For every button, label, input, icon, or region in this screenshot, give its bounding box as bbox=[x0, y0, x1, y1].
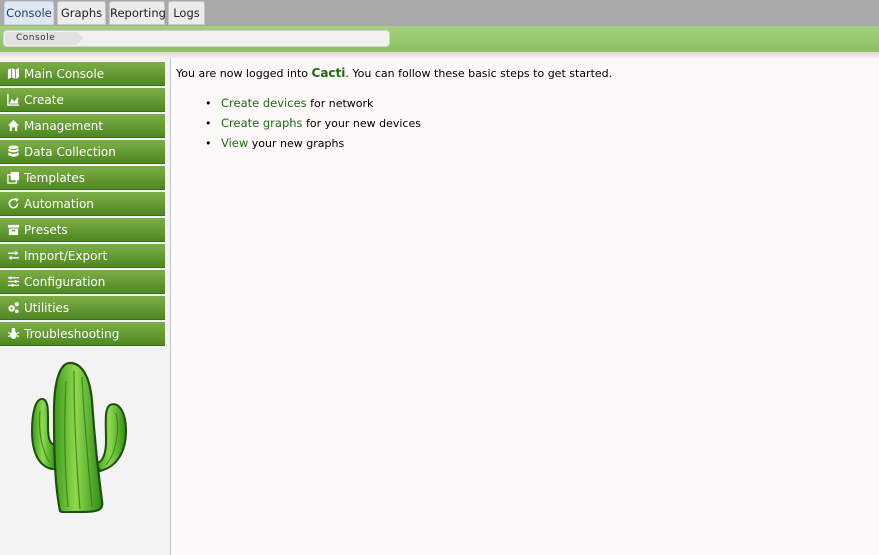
sidebar-item-label: Automation bbox=[24, 196, 94, 211]
list-item: View your new graphs bbox=[205, 135, 421, 155]
bug-icon bbox=[6, 327, 20, 341]
tab-reporting[interactable]: Reporting bbox=[109, 1, 166, 25]
create-graphs-link[interactable]: Create graphs bbox=[221, 116, 303, 130]
sidebar-item-utilities[interactable]: Utilities bbox=[0, 296, 165, 320]
home-icon bbox=[6, 119, 20, 133]
copy-icon bbox=[6, 171, 20, 185]
step-text: for your new devices bbox=[302, 117, 421, 130]
sidebar-item-management[interactable]: Management bbox=[0, 114, 165, 138]
breadcrumb-arrow-icon bbox=[77, 32, 84, 44]
sidebar-item-label: Configuration bbox=[24, 274, 106, 289]
sidebar-item-import-export[interactable]: Import/Export bbox=[0, 244, 165, 268]
archive-icon bbox=[6, 223, 20, 237]
intro-text-before: You are now logged into bbox=[176, 67, 312, 80]
area-chart-icon bbox=[6, 93, 20, 107]
sidebar-item-label: Templates bbox=[24, 170, 86, 185]
sidebar-item-troubleshooting[interactable]: Troubleshooting bbox=[0, 322, 165, 346]
tab-graphs[interactable]: Graphs bbox=[57, 1, 106, 25]
map-icon bbox=[6, 67, 20, 81]
sidebar-item-create[interactable]: Create bbox=[0, 88, 165, 112]
sidebar-item-configuration[interactable]: Configuration bbox=[0, 270, 165, 294]
refresh-icon bbox=[6, 197, 20, 211]
create-devices-link[interactable]: Create devices bbox=[221, 96, 307, 110]
sidebar-item-label: Troubleshooting bbox=[24, 326, 120, 341]
breadcrumb-item-console[interactable]: Console bbox=[5, 32, 77, 45]
cactus-logo bbox=[30, 361, 128, 513]
cogs-icon bbox=[6, 301, 20, 315]
list-item: Create graphs for your new devices bbox=[205, 115, 421, 135]
sliders-icon bbox=[6, 275, 20, 289]
top-tab-bar: Console Graphs Reporting Logs bbox=[0, 0, 879, 26]
intro-text: You are now logged into Cacti. You can f… bbox=[176, 66, 612, 80]
sidebar-item-label: Import/Export bbox=[24, 248, 108, 263]
breadcrumb-bar: Console bbox=[0, 26, 879, 52]
list-item: Create devices for network bbox=[205, 95, 421, 115]
sidebar-item-presets[interactable]: Presets bbox=[0, 218, 165, 242]
sidebar-item-label: Management bbox=[24, 118, 104, 133]
sidebar: Main Console Create Management Data Coll… bbox=[0, 58, 171, 555]
sidebar-item-label: Main Console bbox=[24, 66, 105, 81]
intro-text-after: . You can follow these basic steps to ge… bbox=[345, 67, 613, 80]
view-graphs-link[interactable]: View bbox=[221, 136, 248, 150]
main-content: You are now logged into Cacti. You can f… bbox=[172, 58, 879, 555]
exchange-icon bbox=[6, 249, 20, 263]
sidebar-item-templates[interactable]: Templates bbox=[0, 166, 165, 190]
sidebar-item-label: Utilities bbox=[24, 300, 70, 315]
tab-console[interactable]: Console bbox=[4, 1, 54, 25]
sidebar-item-label: Presets bbox=[24, 222, 68, 237]
sidebar-item-main-console[interactable]: Main Console bbox=[0, 62, 165, 86]
sidebar-item-label: Data Collection bbox=[24, 144, 116, 159]
getting-started-list: Create devices for network Create graphs… bbox=[205, 95, 421, 155]
sidebar-item-data-collection[interactable]: Data Collection bbox=[0, 140, 165, 164]
brand-name: Cacti bbox=[311, 66, 346, 80]
sidebar-item-automation[interactable]: Automation bbox=[0, 192, 165, 216]
database-icon bbox=[6, 145, 20, 159]
breadcrumb: Console bbox=[3, 30, 390, 47]
sidebar-item-label: Create bbox=[24, 92, 64, 107]
tab-logs[interactable]: Logs bbox=[168, 1, 205, 25]
step-text: for network bbox=[306, 97, 374, 110]
step-text: your new graphs bbox=[248, 137, 345, 150]
